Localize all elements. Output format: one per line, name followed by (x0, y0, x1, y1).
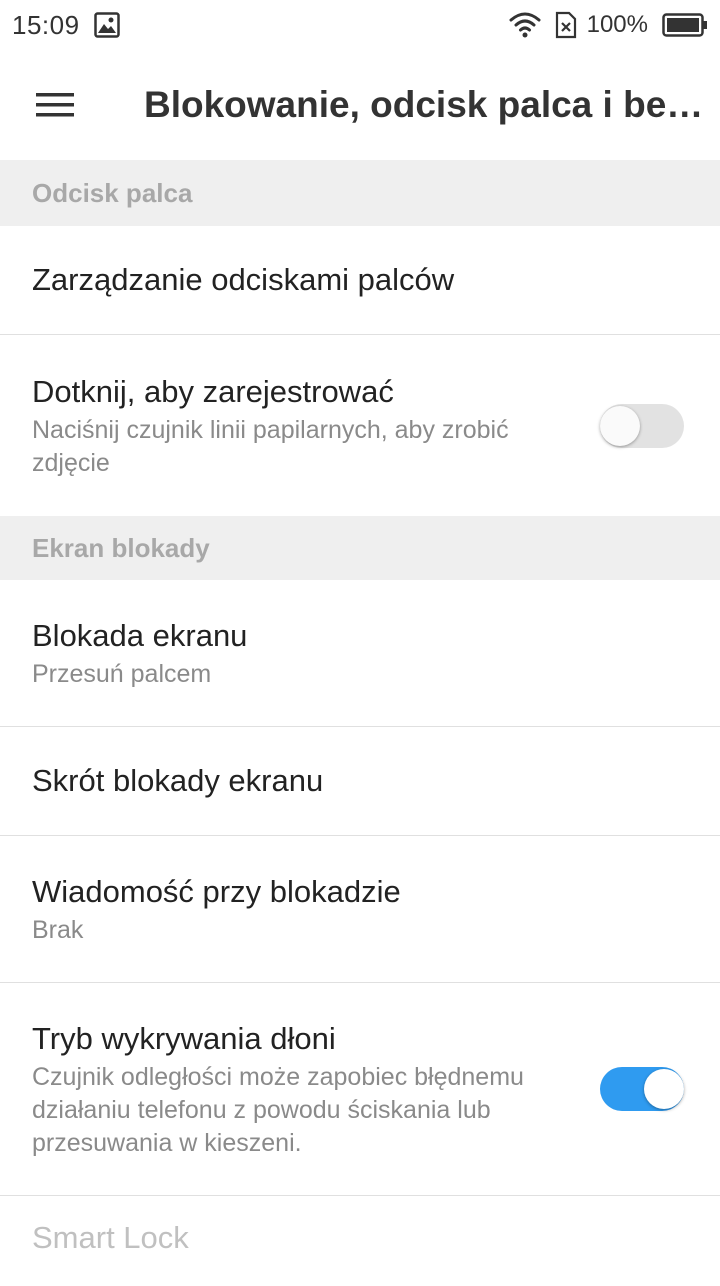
toggle-knob (600, 405, 640, 446)
tap-to-register-subtitle: Naciśnij czujnik linii papilarnych, aby … (32, 415, 509, 477)
screen-lock-title: Blokada ekranu (32, 617, 248, 653)
battery-percent: 100% (586, 11, 648, 38)
manage-fingerprints-title: Zarządzanie odciskami palców (32, 262, 455, 297)
smart-lock-title: Smart Lock (32, 1220, 189, 1255)
tap-to-register-toggle[interactable] (600, 403, 684, 448)
row-text: Tryb wykrywania dłoni Czujnik odległości… (32, 1019, 552, 1160)
toggle-knob (644, 1069, 684, 1109)
lock-message-title: Wiadomość przy blokadzie (32, 873, 401, 909)
menu-button[interactable] (0, 50, 110, 160)
manage-fingerprints-item[interactable]: Zarządzanie odciskami palców (0, 226, 720, 335)
lock-message-item[interactable]: Wiadomość przy blokadzie Brak (0, 836, 720, 983)
row-text: Dotknij, aby zarejestrować Naciśnij czuj… (32, 372, 552, 480)
row-text: Blokada ekranu Przesuń palcem (32, 616, 247, 691)
screen-lock-item[interactable]: Blokada ekranu Przesuń palcem (0, 580, 720, 727)
settings-list: Odcisk palca Zarządzanie odciskami palcó… (0, 160, 720, 1286)
hamburger-menu-icon (36, 92, 74, 118)
row-text: Smart Lock (32, 1218, 189, 1258)
tap-to-register-title: Dotknij, aby zarejestrować (32, 373, 394, 409)
status-right: 100% (509, 11, 708, 39)
row-text: Skrót blokady ekranu (32, 761, 323, 801)
no-sim-icon (555, 11, 577, 39)
smart-lock-item[interactable]: Smart Lock (0, 1196, 720, 1286)
status-left: 15:09 (12, 10, 120, 41)
page-title: Blokowanie, odcisk palca i be… (144, 84, 704, 125)
screen-lock-subtitle: Przesuń palcem (32, 659, 212, 688)
lock-shortcut-title: Skrót blokady ekranu (32, 763, 324, 798)
wifi-icon (509, 12, 541, 38)
app-bar: Blokowanie, odcisk palca i be… (0, 50, 720, 160)
image-icon (93, 12, 120, 38)
palm-detection-toggle[interactable] (600, 1067, 684, 1111)
section-header-fingerprint: Odcisk palca (0, 160, 720, 226)
palm-detection-title: Tryb wykrywania dłoni (32, 1020, 336, 1056)
row-text: Zarządzanie odciskami palców (32, 260, 454, 300)
status-bar: 15:09 100% (0, 0, 720, 50)
row-text: Wiadomość przy blokadzie Brak (32, 872, 401, 947)
lock-shortcut-item[interactable]: Skrót blokady ekranu (0, 727, 720, 836)
palm-detection-subtitle: Czujnik odległości może zapobiec błędnem… (32, 1062, 524, 1157)
section-header-lock-screen: Ekran blokady (0, 516, 720, 580)
lock-message-subtitle: Brak (32, 915, 84, 944)
palm-detection-item[interactable]: Tryb wykrywania dłoni Czujnik odległości… (0, 983, 720, 1196)
status-time: 15:09 (12, 9, 80, 40)
tap-to-register-item[interactable]: Dotknij, aby zarejestrować Naciśnij czuj… (0, 335, 720, 516)
battery-icon (662, 13, 708, 37)
